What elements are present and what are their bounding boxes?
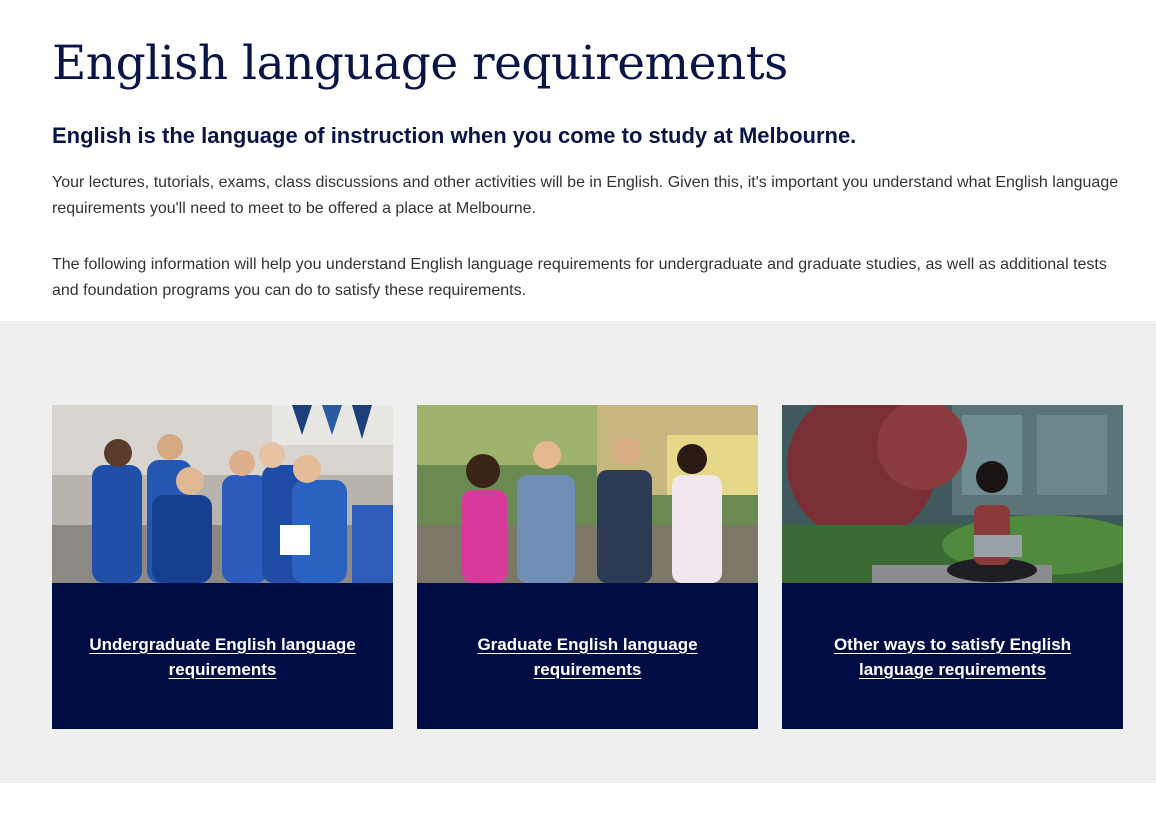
students-group-photo <box>52 405 393 583</box>
intro-section: English language requirements English is… <box>0 0 1156 321</box>
card-other-ways[interactable]: Other ways to satisfy English language r… <box>782 405 1123 729</box>
cards-section: Undergraduate English language requireme… <box>0 321 1156 783</box>
card-undergraduate[interactable]: Undergraduate English language requireme… <box>52 405 393 729</box>
intro-paragraph-2: The following information will help you … <box>52 256 1107 299</box>
lead-heading: English is the language of instruction w… <box>52 123 857 148</box>
page-title: English language requirements <box>52 36 788 91</box>
card-graduate-link[interactable]: Graduate English language requirements <box>447 632 728 682</box>
card-other-ways-link[interactable]: Other ways to satisfy English language r… <box>812 632 1093 682</box>
card-undergraduate-link[interactable]: Undergraduate English language requireme… <box>82 632 363 682</box>
students-talking-photo <box>417 405 758 583</box>
student-laptop-photo <box>782 405 1123 583</box>
intro-paragraph-1: Your lectures, tutorials, exams, class d… <box>52 174 1119 217</box>
card-graduate[interactable]: Graduate English language requirements <box>417 405 758 729</box>
